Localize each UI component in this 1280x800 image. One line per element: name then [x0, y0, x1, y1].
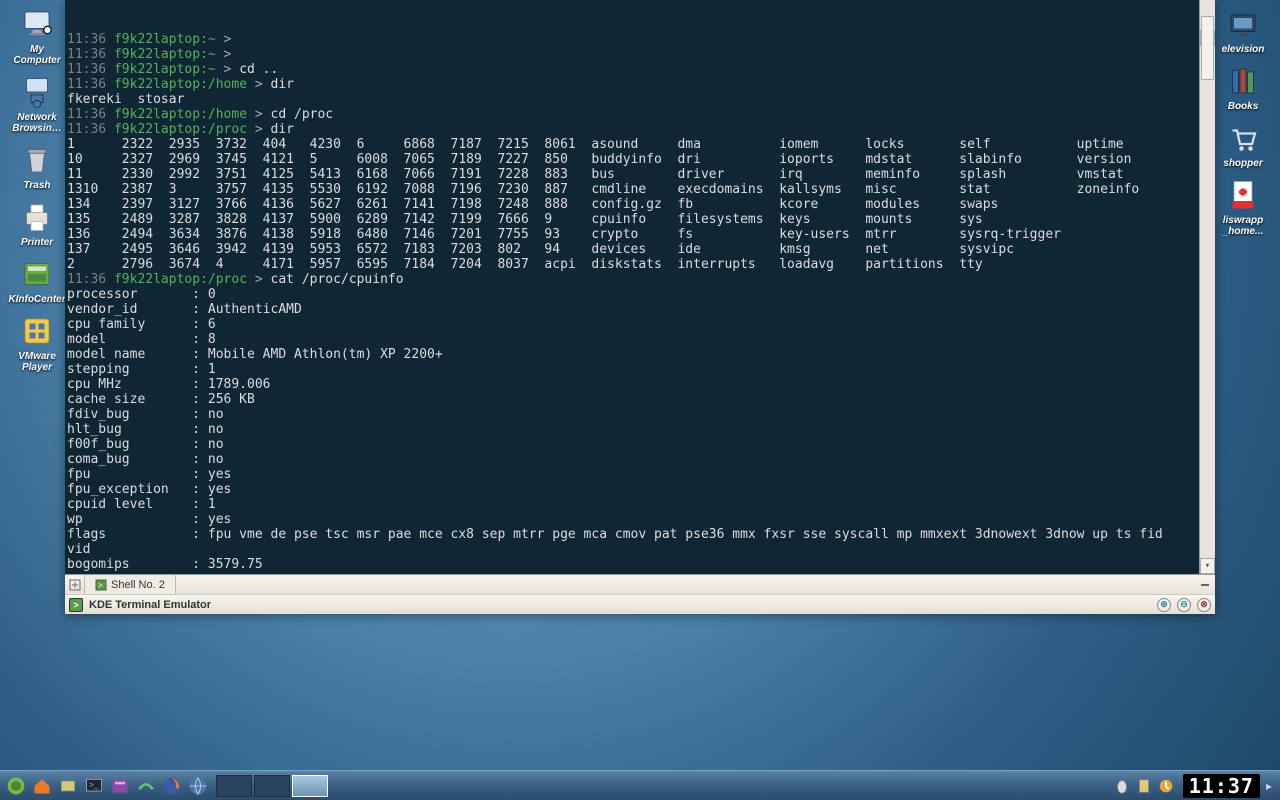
desktop-icons-left: My Computer Network Browsin… Trash Print…	[6, 4, 68, 373]
taskbar-expand-button[interactable]: ▸	[1262, 779, 1276, 793]
network-icon	[17, 72, 57, 112]
pdf-icon	[1223, 175, 1263, 215]
terminal-output-area[interactable]: 11:36 f9k22laptop:~ > 11:36 f9k22laptop:…	[65, 0, 1215, 574]
kontact-button[interactable]	[108, 774, 132, 798]
trash-icon	[17, 140, 57, 180]
window-title-bar[interactable]: KDE Terminal Emulator ⊕ ⊖ ⊗	[65, 594, 1215, 614]
pager-desktop-1[interactable]	[216, 775, 252, 797]
window-minimize-button[interactable]: ⊕	[1157, 598, 1171, 612]
tab-shell-2[interactable]: > Shell No. 2	[85, 575, 176, 594]
tray-mouse-icon[interactable]	[1113, 777, 1131, 795]
desktop-icon-shopper[interactable]: shopper	[1212, 118, 1274, 169]
home-button[interactable]	[30, 774, 54, 798]
terminal-tab-icon: >	[95, 579, 107, 591]
pager-desktop-2[interactable]	[254, 775, 290, 797]
desktop-icon-liswrapp[interactable]: liswrapp _home...	[1212, 175, 1274, 237]
desktop-icon-network-browsing[interactable]: Network Browsin…	[6, 72, 68, 134]
pager-desktop-3[interactable]	[292, 775, 328, 797]
terminal-window: 11:36 f9k22laptop:~ > 11:36 f9k22laptop:…	[65, 0, 1215, 614]
desktop-icon-kinfocenter[interactable]: KInfoCenter	[6, 254, 68, 305]
taskbar-clock[interactable]: 11:37	[1183, 774, 1260, 798]
tab-collapse-button[interactable]	[1195, 575, 1215, 594]
cart-icon	[1223, 118, 1263, 158]
desktop-icon-my-computer[interactable]: My Computer	[6, 4, 68, 66]
window-maximize-button[interactable]: ⊖	[1177, 598, 1191, 612]
computer-icon	[17, 4, 57, 44]
window-close-button[interactable]: ⊗	[1197, 598, 1211, 612]
kmenu-button[interactable]	[4, 774, 28, 798]
browser-button[interactable]	[186, 774, 210, 798]
desktop-icon-television[interactable]: elevision	[1212, 4, 1274, 55]
tv-icon	[1223, 4, 1263, 44]
scroll-down-button[interactable]: ▾	[1200, 558, 1215, 574]
terminal-tab-bar: > Shell No. 2	[65, 574, 1215, 594]
svg-text:>_: >_	[89, 779, 99, 789]
tab-label: Shell No. 2	[111, 579, 165, 591]
system-button[interactable]	[56, 774, 80, 798]
system-tray	[1113, 777, 1175, 795]
desktop-icons-right: elevision Books shopper liswrapp _home..…	[1212, 4, 1274, 237]
desktop-icon-trash[interactable]: Trash	[6, 140, 68, 191]
tray-clipboard-icon[interactable]	[1135, 777, 1153, 795]
printer-icon	[17, 197, 57, 237]
desktop-icon-books[interactable]: Books	[1212, 61, 1274, 112]
desktop-icon-printer[interactable]: Printer	[6, 197, 68, 248]
konsole-button[interactable]: >_	[82, 774, 106, 798]
desktop-pager	[216, 775, 328, 797]
window-title: KDE Terminal Emulator	[89, 599, 211, 611]
books-icon	[1223, 61, 1263, 101]
desktop-icon-vmware-player[interactable]: VMware Player	[6, 311, 68, 373]
network-applet[interactable]	[134, 774, 158, 798]
new-tab-button[interactable]	[65, 575, 85, 594]
app-icon	[69, 598, 83, 612]
taskbar: >_ 11:37 ▸	[0, 770, 1280, 800]
scroll-thumb[interactable]	[1201, 16, 1214, 80]
vmware-icon	[17, 311, 57, 351]
svg-text:>: >	[98, 581, 103, 590]
info-icon	[17, 254, 57, 294]
tray-update-icon[interactable]	[1157, 777, 1175, 795]
firefox-button[interactable]	[160, 774, 184, 798]
terminal-scrollbar[interactable]: ▴ ▾	[1199, 0, 1215, 574]
